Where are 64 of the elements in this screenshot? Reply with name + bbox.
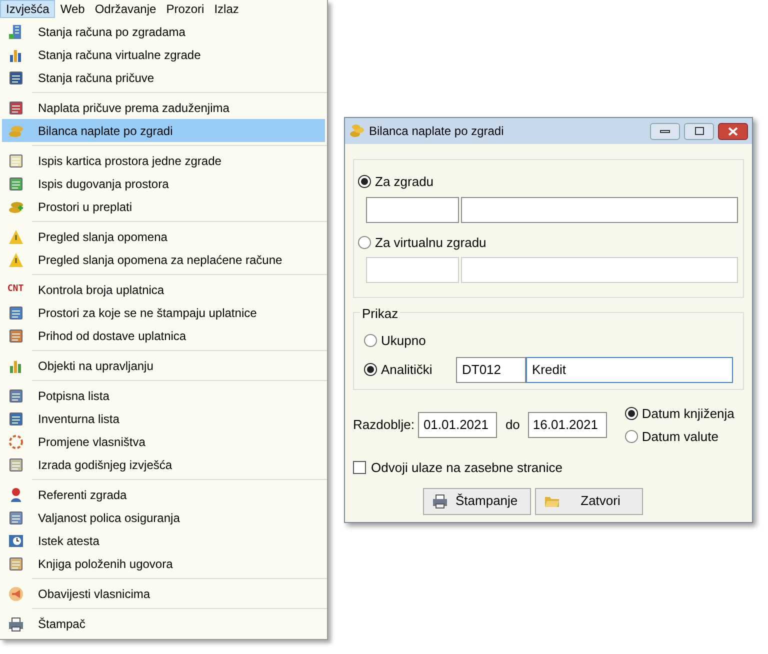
date-from-field[interactable]: 01.01.2021 <box>418 412 498 438</box>
cycle-icon <box>8 434 24 450</box>
dialog-button[interactable]: Zatvori <box>534 488 642 514</box>
cnt-label: CNT <box>7 282 24 296</box>
menu-bar-item[interactable]: Izvješća <box>0 0 56 18</box>
input-field[interactable] <box>461 196 738 222</box>
menu-item[interactable]: CNT Kontrola broja uplatnica <box>2 278 325 301</box>
menu-item[interactable]: Prihod od dostave uplatnica <box>2 324 325 347</box>
document-icon <box>8 304 24 320</box>
coins-icon <box>349 124 365 138</box>
menu-bar-item[interactable]: Web <box>55 0 90 18</box>
code-field[interactable]: DT012 <box>456 356 526 382</box>
window-title: Bilanca naplate po zgradi <box>369 123 504 140</box>
clock-icon <box>8 532 24 548</box>
menu-bar-item[interactable]: Održavanje <box>90 0 162 18</box>
printer-icon <box>8 616 24 632</box>
menu-item[interactable]: Pregled slanja opomena za neplaćene račune <box>2 248 325 271</box>
warning-icon <box>8 252 24 268</box>
close-icon <box>728 126 738 136</box>
name-field[interactable]: Kredit <box>526 356 733 382</box>
menu-item[interactable]: Pregled slanja opomena <box>2 225 325 248</box>
menu-item[interactable]: Referenti zgrada <box>2 483 325 506</box>
menu-item[interactable]: Naplata pričuve prema zaduženjima <box>2 96 325 119</box>
radio-button[interactable]: Datum valute <box>624 426 718 446</box>
to-label: do <box>505 416 520 434</box>
dialog-button[interactable]: Štampanje <box>422 488 530 514</box>
maximize-button[interactable] <box>684 122 714 140</box>
menu-bar-item[interactable]: Izlaz <box>209 0 244 18</box>
radio-button[interactable]: Analitički <box>364 360 432 380</box>
radio-button[interactable]: Ukupno <box>364 331 426 350</box>
radio-button[interactable]: Za zgradu <box>358 172 434 192</box>
menu-item[interactable]: Valjanost polica osiguranja <box>2 506 325 529</box>
date-to-field[interactable]: 16.01.2021 <box>528 412 607 438</box>
input-field[interactable] <box>366 196 459 222</box>
menu-item[interactable]: Stanja računa pričuve <box>2 66 325 89</box>
warning-icon <box>8 228 24 244</box>
menu-item[interactable]: Stanja računa virtualne zgrade <box>2 43 325 66</box>
menu-item[interactable]: Promjene vlasništva <box>2 430 325 453</box>
megaphone-icon <box>8 586 24 602</box>
menu-item[interactable]: Prostori za koje se ne štampaju uplatnice <box>2 301 325 324</box>
menu-bar-item[interactable]: Prozori <box>161 0 210 18</box>
menu-item[interactable]: Bilanca naplate po zgradi <box>2 119 325 142</box>
menu-item[interactable]: Ispis kartica prostora jedne zgrade <box>2 149 325 172</box>
close-button[interactable] <box>718 122 748 140</box>
checkbox[interactable]: Odvoji ulaze na zasebne stranice <box>353 458 563 478</box>
menu-item[interactable]: Knjiga položenih ugovora <box>2 552 325 575</box>
menu-item[interactable]: Ispis dugovanja prostora <box>2 172 325 195</box>
input-field[interactable] <box>366 257 459 283</box>
radio-button[interactable]: Datum knjiženja <box>624 404 734 424</box>
menu-item[interactable]: Izrada godišnjeg izvješća <box>2 453 325 476</box>
menu-item[interactable]: Štampač <box>2 612 325 635</box>
menu-item[interactable]: Obavijesti vlasnicima <box>2 582 325 605</box>
menu-item[interactable]: Istek atesta <box>2 529 325 552</box>
building-icon <box>8 24 24 40</box>
menu-item[interactable]: Objekti na upravljanju <box>2 354 325 377</box>
menu-item[interactable]: Inventurna lista <box>2 407 325 430</box>
menu-item[interactable]: Prostori u preplati <box>2 195 325 218</box>
period-label: Razdoblje: <box>353 416 414 434</box>
printer-icon <box>432 493 448 509</box>
input-field[interactable] <box>461 257 738 283</box>
minimize-button[interactable] <box>650 122 680 140</box>
menu-item[interactable]: Stanja računa po zgradama <box>2 20 325 43</box>
radio-button[interactable]: Za virtualnu zgradu <box>358 232 486 252</box>
menu-item[interactable]: Potpisna lista <box>2 384 325 407</box>
